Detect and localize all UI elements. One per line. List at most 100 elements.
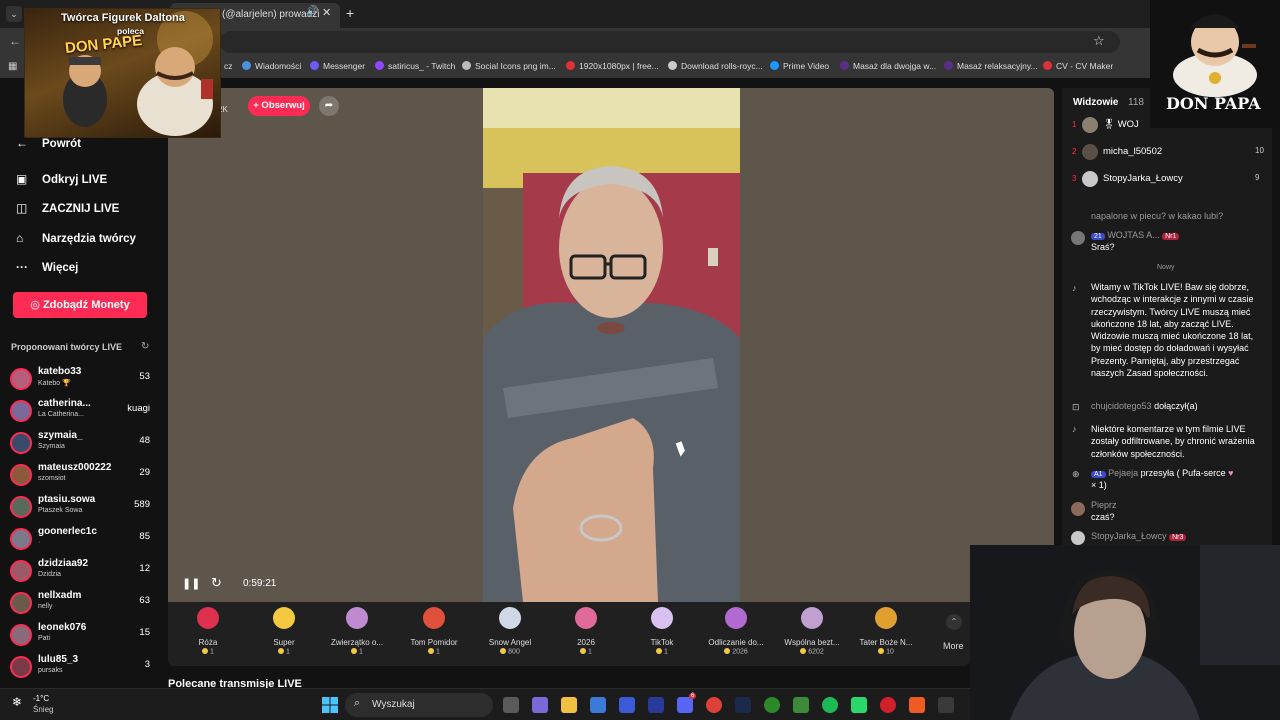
- tab-close-icon[interactable]: ✕: [322, 6, 331, 19]
- url-input[interactable]: [220, 31, 1120, 53]
- nav-start-live[interactable]: ◫ ZACZNIJ LIVE: [16, 201, 119, 215]
- arrow-left-icon: ←: [16, 136, 28, 150]
- more-gifts-button[interactable]: More: [943, 641, 964, 651]
- brave-icon[interactable]: [909, 697, 925, 713]
- taskbar-search[interactable]: ⌕ Wyszukaj: [345, 693, 493, 717]
- weather-icon[interactable]: ❄: [12, 695, 22, 709]
- creator-row[interactable]: goonerlec1c · 85: [8, 526, 154, 556]
- creator-row[interactable]: mateusz000222 szomsiot 29: [8, 462, 154, 492]
- viewer-count: 15: [139, 627, 150, 638]
- get-coins-button[interactable]: ◎ Zdobądź Monety: [13, 292, 147, 318]
- steam-icon[interactable]: [735, 697, 751, 713]
- back-link[interactable]: ← Powrót: [16, 136, 81, 150]
- creator-row[interactable]: szymaia_ Szymaia 48: [8, 430, 154, 460]
- nav-more[interactable]: ··· Więcej: [16, 260, 78, 274]
- gift-item[interactable]: Odliczanie do... 2026: [701, 604, 771, 656]
- bookmark-item[interactable]: Wiadomości: [242, 61, 301, 71]
- task-view-icon[interactable]: [503, 697, 519, 713]
- bookmark-item[interactable]: Prime Video: [770, 61, 829, 71]
- bookmark-item[interactable]: Masaż dla dwojga w...: [840, 61, 936, 71]
- gift-name: TikTok: [650, 638, 674, 647]
- bookmark-item[interactable]: Masaż relaksacyjny...: [944, 61, 1038, 71]
- avatar[interactable]: [1082, 144, 1098, 160]
- browser-back-icon[interactable]: ←: [9, 34, 21, 48]
- bookmark-item[interactable]: 1920x1080px | free...: [566, 61, 659, 71]
- gift-item[interactable]: 2026 1: [551, 604, 621, 656]
- bookmark-item[interactable]: satiricus_ - Twitch: [375, 61, 455, 71]
- gift-icon: [423, 607, 445, 629]
- app-icon[interactable]: [938, 697, 954, 713]
- tab-audio-icon[interactable]: 🔊: [306, 6, 318, 17]
- nav-label: Narzędzia twórcy: [42, 233, 136, 245]
- chat-username[interactable]: Pieprz: [1091, 500, 1117, 510]
- gift-item[interactable]: Zwierzątko o... 1: [322, 604, 392, 656]
- xbox-icon[interactable]: [764, 697, 780, 713]
- tab-search-icon[interactable]: ⌄: [6, 6, 22, 22]
- creator-row[interactable]: lulu85_3 pursaks 3: [8, 654, 154, 684]
- bookmark-item[interactable]: Download rolls-royc...: [668, 61, 763, 71]
- chat-username[interactable]: StopyJarka_Łowcy: [1091, 531, 1167, 541]
- creator-row[interactable]: ptasiu.sowa Ptaszek Sowa 589: [8, 494, 154, 524]
- bookmark-star-icon[interactable]: ☆: [1093, 33, 1105, 49]
- file-explorer-icon[interactable]: [561, 697, 577, 713]
- left-sidebar: ← Powrót ▣ Odkryj LIVE ◫ ZACZNIJ LIVE ⌂ Narz…: [0, 78, 168, 688]
- opera-icon[interactable]: [880, 697, 896, 713]
- live-video[interactable]: [483, 88, 740, 602]
- chat-message-text: czaś?: [1091, 512, 1115, 522]
- app-l-icon[interactable]: [648, 697, 664, 713]
- follow-button[interactable]: + Obserwuj: [248, 96, 310, 116]
- copilot-icon[interactable]: [532, 697, 548, 713]
- creator-subtitle: Szymaia: [38, 443, 65, 450]
- reload-icon[interactable]: ↻: [211, 575, 222, 591]
- avatar[interactable]: [1082, 171, 1098, 187]
- rank-number: 1: [1072, 120, 1077, 129]
- avatar[interactable]: [1082, 117, 1098, 133]
- chevron-up-icon[interactable]: ⌃: [946, 614, 962, 630]
- creator-row[interactable]: katebo33 Katebo 🏆 53: [8, 366, 154, 396]
- top-viewer-name[interactable]: 🎖 WOJ: [1103, 119, 1139, 130]
- chrome-icon[interactable]: [706, 697, 722, 713]
- viewer-count: 3: [144, 659, 150, 670]
- nav-discover-live[interactable]: ▣ Odkryj LIVE: [16, 172, 107, 186]
- bookmark-item[interactable]: CV - CV Maker: [1043, 61, 1113, 71]
- gift-price: 10: [851, 648, 921, 656]
- creator-row[interactable]: catherina... La Catherina... kuagi: [8, 398, 154, 428]
- share-icon[interactable]: ➦: [319, 96, 339, 116]
- gift-item[interactable]: Róża 1: [173, 604, 243, 656]
- bookmark-partial[interactable]: cz: [224, 61, 233, 71]
- gift-item[interactable]: TikTok 1: [627, 604, 697, 656]
- top-viewer-name[interactable]: micha_l50502: [1103, 146, 1162, 157]
- gift-price: 1: [173, 648, 243, 656]
- gift-item[interactable]: Tom Pomidor 1: [399, 604, 469, 656]
- app-icon[interactable]: [851, 697, 867, 713]
- refresh-icon[interactable]: ↻: [141, 341, 149, 352]
- chat-username[interactable]: chujcidotego53: [1091, 401, 1152, 411]
- bookmark-item[interactable]: Social Icons png im...: [462, 61, 556, 71]
- gift-item[interactable]: Wspólna bezt... 6202: [777, 604, 847, 656]
- top-viewer-name[interactable]: StopyJarka_Łowcy: [1103, 173, 1183, 184]
- windows-start-icon[interactable]: [322, 697, 338, 713]
- new-tab-button[interactable]: +: [346, 5, 354, 21]
- discord-icon[interactable]: [677, 697, 693, 713]
- creator-row[interactable]: leonek076 Pati 15: [8, 622, 154, 652]
- chat-username[interactable]: WOJTAS A...: [1107, 230, 1159, 240]
- rank-number: 3: [1072, 174, 1077, 183]
- gift-item[interactable]: Tater Boże N... 10: [851, 604, 921, 656]
- minecraft-icon[interactable]: [793, 697, 809, 713]
- bookmark-favicon-icon: [840, 61, 849, 70]
- bookmark-item[interactable]: Messenger: [310, 61, 365, 71]
- nav-creator-tools[interactable]: ⌂ Narzędzia twórcy: [16, 231, 136, 245]
- app-icon[interactable]: [619, 697, 635, 713]
- pause-icon[interactable]: ❚❚: [182, 577, 200, 590]
- avatar[interactable]: [1071, 231, 1085, 245]
- avatar[interactable]: [1071, 531, 1085, 545]
- avatar[interactable]: [1071, 502, 1085, 516]
- apps-grid-icon[interactable]: ▦: [8, 61, 17, 72]
- gift-item[interactable]: Super 1: [249, 604, 319, 656]
- gift-item[interactable]: Snow Angel 800: [475, 604, 545, 656]
- chat-username[interactable]: Pejaeja: [1108, 468, 1138, 478]
- spotify-icon[interactable]: [822, 697, 838, 713]
- creator-row[interactable]: nellxadm nelly 63: [8, 590, 154, 620]
- store-icon[interactable]: [590, 697, 606, 713]
- creator-row[interactable]: dzidziaa92 Dzidzia 12: [8, 558, 154, 588]
